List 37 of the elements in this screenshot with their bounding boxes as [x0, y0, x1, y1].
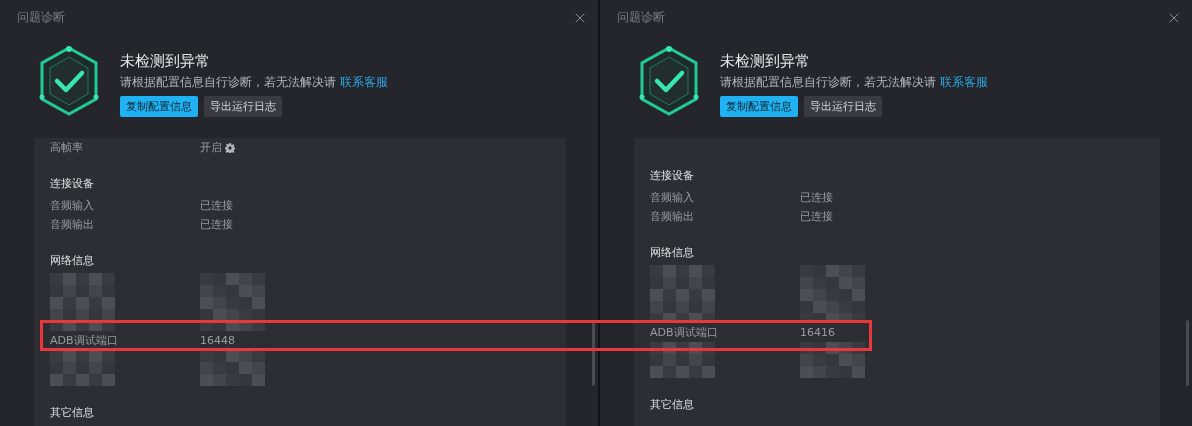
contact-support-link[interactable]: 联系客服: [940, 75, 988, 89]
section-heading: 连接设备: [650, 168, 695, 184]
info-label: 音频输出: [50, 217, 95, 232]
info-value: 16448: [200, 334, 235, 347]
status-message: 请根据配置信息自行诊断，若无法解决请 联系客服: [720, 74, 988, 90]
section-heading: 网络信息: [50, 253, 95, 269]
info-value: 16416: [800, 326, 835, 339]
copy-config-button[interactable]: 复制配置信息: [120, 96, 198, 117]
export-log-button[interactable]: 导出运行日志: [804, 96, 882, 117]
info-label: ADB调试端口: [650, 325, 719, 340]
info-label: ADB调试端口: [50, 333, 119, 348]
gear-icon[interactable]: [225, 142, 235, 153]
section-heading: 其它信息: [50, 405, 95, 421]
window-title: 问题诊断: [617, 9, 665, 26]
section-heading: 网络信息: [650, 245, 695, 261]
shield-check-icon: [638, 45, 700, 117]
info-label: 音频输入: [50, 198, 95, 213]
contact-support-link[interactable]: 联系客服: [340, 75, 388, 89]
info-label: 音频输出: [650, 209, 695, 224]
scrollbar-thumb[interactable]: [592, 320, 595, 386]
status-title: 未检测到异常: [720, 51, 811, 71]
info-value: 已连接: [200, 217, 233, 232]
copy-config-button[interactable]: 复制配置信息: [720, 96, 798, 117]
info-value: 开启: [200, 140, 222, 155]
section-heading: 其它信息: [650, 397, 695, 413]
shield-check-icon: [38, 45, 100, 117]
window-title: 问题诊断: [17, 9, 65, 26]
info-value: 已连接: [800, 209, 833, 224]
info-label: 高帧率: [50, 140, 84, 155]
info-value: 已连接: [800, 190, 833, 205]
export-log-button[interactable]: 导出运行日志: [204, 96, 282, 117]
section-heading: 连接设备: [50, 176, 95, 192]
status-title: 未检测到异常: [120, 51, 211, 71]
status-message: 请根据配置信息自行诊断，若无法解决请 联系客服: [120, 74, 388, 90]
info-label: 音频输入: [650, 190, 695, 205]
scrollbar-thumb[interactable]: [1186, 320, 1189, 386]
info-value: 已连接: [200, 198, 233, 213]
